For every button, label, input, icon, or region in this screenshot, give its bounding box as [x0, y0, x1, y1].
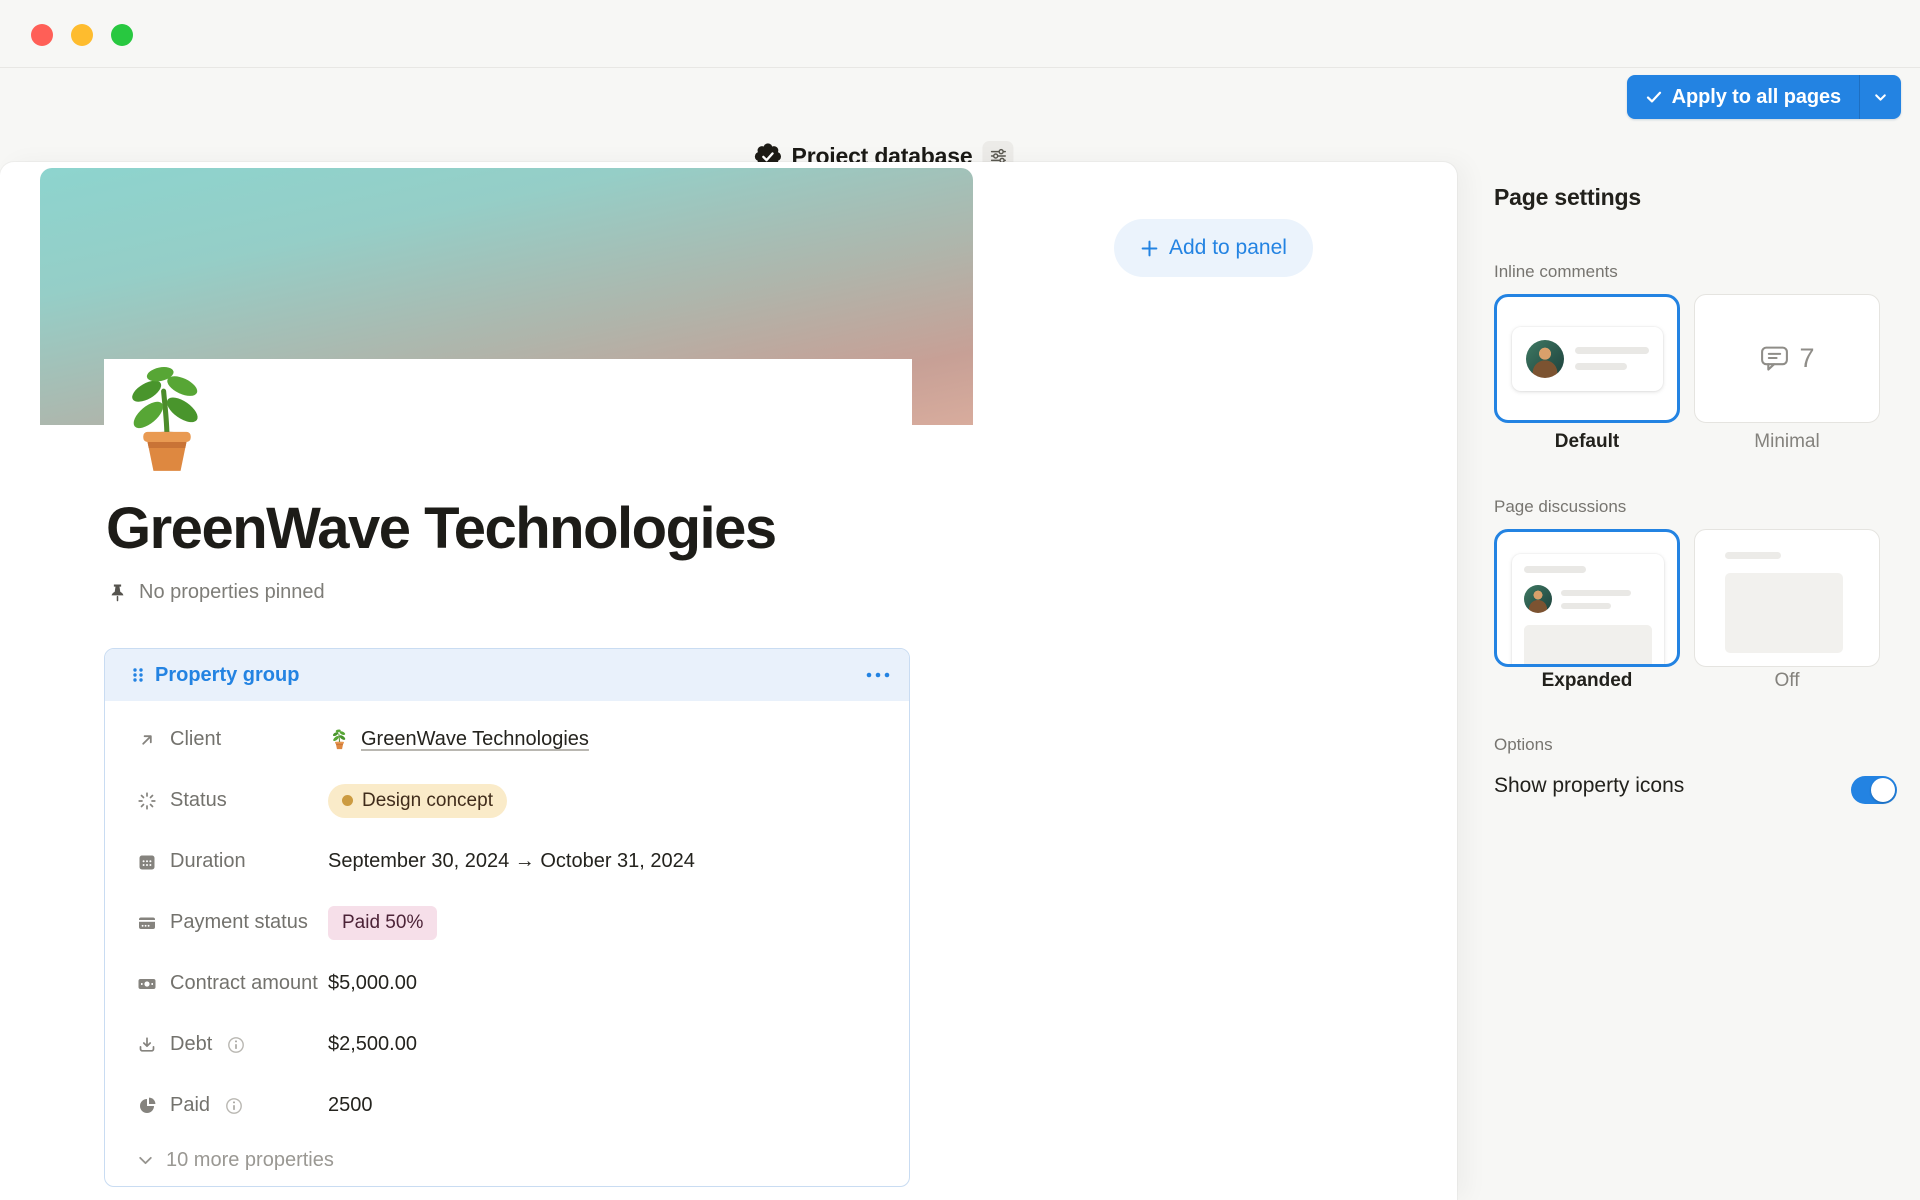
inline-comments-options: 7 — [1494, 294, 1880, 423]
comment-bubble-icon — [1759, 344, 1790, 373]
add-to-panel-label: Add to panel — [1169, 236, 1287, 260]
info-icon[interactable] — [225, 1097, 243, 1115]
comment-preview-mock — [1512, 327, 1663, 391]
potted-plant-icon — [106, 359, 228, 481]
user-avatar — [1526, 340, 1564, 378]
user-avatar — [1524, 585, 1552, 613]
chevron-down-icon — [137, 1152, 154, 1169]
status-spinner-icon — [137, 791, 157, 811]
ellipsis-menu-icon[interactable] — [865, 663, 891, 687]
arrow-up-right-icon — [137, 730, 157, 750]
pin-icon — [107, 582, 128, 603]
property-rows: Client GreenWave Technologies — [105, 701, 909, 1184]
inline-comments-option-minimal[interactable]: 7 — [1694, 294, 1880, 423]
duration-value: September 30, 2024 → October 31, 2024 — [328, 850, 695, 873]
add-to-panel-button[interactable]: Add to panel — [1114, 219, 1313, 277]
potted-plant-icon — [328, 728, 351, 751]
options-label: Options — [1494, 735, 1553, 755]
paid-value: 2500 — [328, 1094, 373, 1117]
page-discussions-option-expanded[interactable] — [1494, 529, 1680, 667]
window-controls — [31, 24, 133, 46]
pie-chart-icon — [137, 1096, 157, 1116]
property-group-header[interactable]: Property group — [105, 649, 909, 701]
minimize-window-button[interactable] — [71, 24, 93, 46]
show-property-icons-label: Show property icons — [1494, 774, 1684, 798]
property-row-debt: Debt $2,500.00 — [105, 1014, 909, 1075]
page-settings-panel: Page settings Inline comments — [1457, 0, 1920, 1200]
property-group-title: Property group — [155, 664, 865, 687]
status-tag: Design concept — [328, 784, 507, 818]
debt-value: $2,500.00 — [328, 1033, 417, 1056]
inline-comments-option-labels: Default Minimal — [1494, 431, 1880, 453]
comment-count: 7 — [1799, 343, 1814, 374]
property-row-contract-amount: Contract amount $5,000.00 — [105, 953, 909, 1014]
page-discussions-options — [1494, 529, 1880, 667]
banknote-icon — [137, 974, 157, 994]
close-window-button[interactable] — [31, 24, 53, 46]
toggle-knob — [1871, 778, 1895, 802]
pinned-properties-note: No properties pinned — [107, 581, 325, 604]
download-tray-icon — [137, 1035, 157, 1055]
property-group-card: Property group — [104, 648, 910, 1187]
more-properties-label: 10 more properties — [166, 1149, 334, 1172]
zoom-window-button[interactable] — [111, 24, 133, 46]
page-discussions-option-labels: Expanded Off — [1494, 670, 1880, 692]
more-properties-toggle[interactable]: 10 more properties — [105, 1136, 909, 1184]
property-row-payment-status: Payment status Paid 50% — [105, 892, 909, 953]
show-property-icons-toggle[interactable] — [1851, 776, 1897, 804]
page-title: GreenWave Technologies — [106, 495, 776, 562]
page-settings-window: Cancel Project datab — [0, 0, 1920, 1200]
preview-canvas: GreenWave Technologies No properties pin… — [0, 162, 1457, 1200]
page-discussions-option-off[interactable] — [1694, 529, 1880, 667]
client-value[interactable]: GreenWave Technologies — [328, 728, 589, 751]
option-label-off: Off — [1694, 670, 1880, 692]
discussion-off-mock — [1725, 552, 1849, 653]
property-row-paid: Paid 2500 — [105, 1075, 909, 1136]
contract-amount-value: $5,000.00 — [328, 972, 417, 995]
page-preview: GreenWave Technologies No properties pin… — [104, 359, 912, 1200]
credit-card-icon — [137, 913, 157, 933]
status-dot — [342, 795, 353, 806]
option-label-default: Default — [1494, 431, 1680, 453]
info-icon[interactable] — [227, 1036, 245, 1054]
calendar-icon — [137, 852, 157, 872]
panel-title: Page settings — [1494, 184, 1641, 211]
inline-comments-label: Inline comments — [1494, 262, 1618, 282]
client-link[interactable]: GreenWave Technologies — [361, 728, 589, 751]
property-row-duration: Duration September 30, 2024 → October 31… — [105, 831, 909, 892]
option-label-minimal: Minimal — [1694, 431, 1880, 453]
discussion-preview-mock — [1512, 554, 1664, 667]
plus-icon — [1140, 239, 1159, 258]
property-row-client: Client GreenWave Technologies — [105, 709, 909, 770]
pinned-note-label: No properties pinned — [139, 581, 325, 604]
page-discussions-label: Page discussions — [1494, 497, 1626, 517]
option-label-expanded: Expanded — [1494, 670, 1680, 692]
inline-comments-option-default[interactable] — [1494, 294, 1680, 423]
property-row-status: Status Design concept — [105, 770, 909, 831]
payment-status-tag: Paid 50% — [328, 906, 437, 940]
drag-handle-icon[interactable] — [131, 666, 145, 684]
